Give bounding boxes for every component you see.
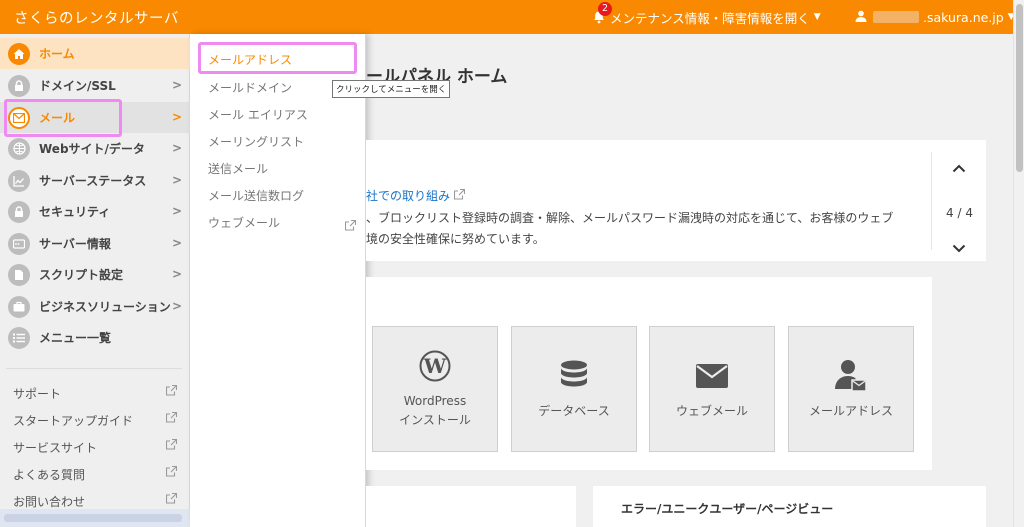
external-link-icon bbox=[165, 492, 178, 507]
chevron-right-icon: > bbox=[171, 236, 182, 250]
tile-label: メールアドレス bbox=[808, 403, 893, 418]
user-menu[interactable]: .sakura.ne.jp ▼ bbox=[855, 0, 1015, 34]
stats-card: エラー/ユニークユーザー/ページビュー bbox=[593, 486, 986, 527]
app-title[interactable]: さくらのレンタルサーバ bbox=[14, 7, 179, 28]
pager-count: 4 / 4 bbox=[946, 206, 973, 220]
chevron-right-icon: > bbox=[171, 110, 182, 124]
chart-icon bbox=[8, 169, 30, 192]
globe-icon bbox=[8, 137, 30, 160]
external-link-icon bbox=[165, 411, 178, 426]
highlight-mail-menu bbox=[4, 99, 122, 137]
chevron-right-icon: > bbox=[171, 141, 182, 155]
news-card: 社での取り組み 、ブロックリスト登録時の調査・解除、メールパスワード漏洩時の対応… bbox=[366, 140, 986, 261]
server-icon bbox=[8, 232, 30, 255]
briefcase-icon bbox=[8, 295, 30, 318]
sidebar-item-domain-ssl[interactable]: ドメイン/SSL > bbox=[0, 70, 190, 101]
lock-icon bbox=[8, 200, 30, 223]
external-link-icon bbox=[165, 384, 178, 399]
user-icon bbox=[855, 10, 867, 25]
submenu-item-mail-alias[interactable]: メール エイリアス bbox=[208, 106, 308, 123]
user-domain: .sakura.ne.jp bbox=[923, 9, 1004, 25]
sidebar-link-service-site[interactable]: サービスサイト bbox=[13, 438, 181, 456]
submenu-item-webmail[interactable]: ウェブメール bbox=[208, 214, 280, 231]
sidebar-footer bbox=[0, 509, 190, 527]
external-link-icon bbox=[165, 465, 178, 480]
submenu-item-send-count-log[interactable]: メール送信数ログ bbox=[208, 187, 304, 204]
news-link[interactable]: 社での取り組み bbox=[366, 187, 465, 204]
sidebar-item-home[interactable]: ホーム bbox=[0, 38, 190, 69]
tile-label: インストール bbox=[399, 413, 471, 427]
database-icon bbox=[560, 358, 588, 394]
sidebar-item-script-settings[interactable]: スクリプト設定 > bbox=[0, 259, 190, 290]
user-mail-icon bbox=[835, 358, 867, 394]
maintenance-label[interactable]: メンテナンス情報・障害情報を開く bbox=[610, 8, 810, 27]
chevron-down-icon[interactable] bbox=[952, 238, 966, 257]
sidebar-item-menu-list[interactable]: メニュー一覧 bbox=[0, 322, 190, 353]
sidebar-item-server-info[interactable]: サーバー情報 > bbox=[0, 228, 190, 259]
external-link-icon bbox=[453, 188, 465, 203]
envelope-icon bbox=[695, 358, 729, 394]
chevron-right-icon: > bbox=[171, 204, 182, 218]
news-text-line: 境の安全性確保に努めています。 bbox=[366, 232, 545, 246]
redacted-username bbox=[873, 11, 919, 23]
sidebar-link-support[interactable]: サポート bbox=[13, 384, 181, 402]
stats-heading: エラー/ユニークユーザー/ページビュー bbox=[621, 502, 834, 516]
chevron-right-icon: > bbox=[171, 267, 182, 281]
mail-submenu: メールアドレス メールドメイン メール エイリアス メーリングリスト 送信メール… bbox=[190, 34, 366, 527]
submenu-item-sent-mail[interactable]: 送信メール bbox=[208, 160, 268, 177]
sidebar-link-faq[interactable]: よくある質問 bbox=[13, 465, 181, 483]
tooltip: クリックしてメニューを開く bbox=[332, 80, 451, 98]
home-icon bbox=[8, 42, 30, 65]
notification-badge: 2 bbox=[598, 2, 612, 16]
tile-label: データベース bbox=[538, 403, 610, 418]
top-header: さくらのレンタルサーバ 2 メンテナンス情報・障害情報を開く ▼ .sakura… bbox=[0, 0, 1015, 34]
news-pager: 4 / 4 bbox=[931, 152, 986, 253]
sidebar-link-startup-guide[interactable]: スタートアップガイド bbox=[13, 411, 181, 429]
chevron-right-icon: > bbox=[171, 299, 182, 313]
list-icon bbox=[8, 326, 30, 349]
sidebar-item-business-solution[interactable]: ビジネスソリューション > bbox=[0, 291, 190, 322]
chevron-up-icon[interactable] bbox=[952, 158, 966, 177]
wordpress-icon: W bbox=[419, 348, 451, 384]
sidebar-divider bbox=[6, 368, 182, 369]
maintenance-toggle[interactable]: 2 メンテナンス情報・障害情報を開く ▼ bbox=[592, 0, 821, 34]
svg-text:W: W bbox=[423, 354, 447, 378]
redacted-footer-text bbox=[4, 514, 182, 522]
submenu-item-mailing-list[interactable]: メーリングリスト bbox=[208, 133, 304, 150]
tile-wordpress-install[interactable]: W WordPress インストール bbox=[372, 326, 498, 452]
highlight-mail-address bbox=[198, 42, 357, 74]
news-text-line: 、ブロックリスト登録時の調査・解除、メールパスワード漏洩時の対応を通じて、お客様… bbox=[366, 211, 894, 225]
sidebar-item-security[interactable]: セキュリティ > bbox=[0, 196, 190, 227]
chevron-down-icon: ▼ bbox=[813, 12, 821, 22]
tile-label: WordPress bbox=[403, 394, 467, 408]
code-icon bbox=[8, 263, 30, 286]
sidebar-item-server-status[interactable]: サーバーステータス > bbox=[0, 165, 190, 196]
bottom-left-card bbox=[366, 486, 576, 527]
chevron-right-icon: > bbox=[171, 78, 182, 92]
external-link-icon bbox=[165, 438, 178, 453]
sidebar-link-contact[interactable]: お問い合わせ bbox=[13, 492, 181, 510]
tile-database[interactable]: データベース bbox=[511, 326, 637, 452]
tile-mail-address[interactable]: メールアドレス bbox=[788, 326, 914, 452]
chevron-right-icon: > bbox=[171, 173, 182, 187]
bell-icon[interactable]: 2 bbox=[592, 2, 612, 24]
lock-icon bbox=[8, 74, 30, 97]
scrollbar-thumb[interactable] bbox=[1016, 4, 1023, 172]
tile-label: ウェブメール bbox=[675, 403, 748, 418]
vertical-scrollbar[interactable] bbox=[1013, 0, 1024, 527]
tile-webmail[interactable]: ウェブメール bbox=[649, 326, 775, 452]
submenu-item-mail-domain[interactable]: メールドメイン bbox=[208, 79, 292, 96]
sidebar-item-website-data[interactable]: Webサイト/データ > bbox=[0, 133, 190, 164]
external-link-icon bbox=[344, 216, 357, 235]
shortcut-card: W WordPress インストール データベース ウェブメール メールアドレス bbox=[366, 277, 932, 470]
